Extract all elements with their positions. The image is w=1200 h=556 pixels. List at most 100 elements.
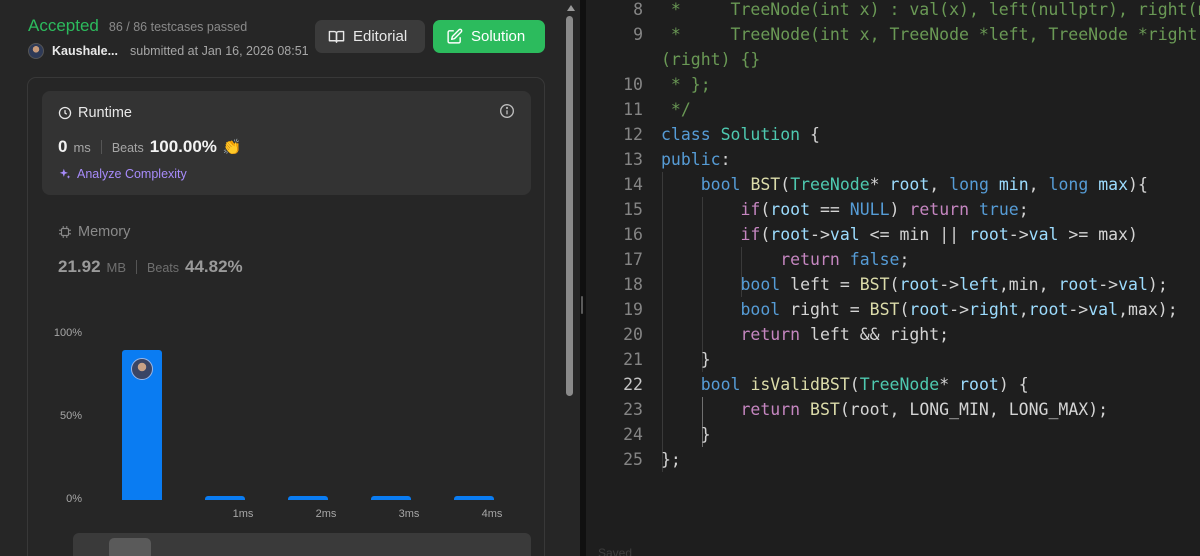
line-number: 19 <box>623 300 643 319</box>
memory-header[interactable]: Memory <box>58 224 130 240</box>
code-token: -> <box>810 225 830 244</box>
code-token: min <box>998 175 1029 194</box>
code-token: * TreeNode(int x, TreeNode *left, TreeNo… <box>670 25 1200 44</box>
code-token: BST <box>859 275 890 294</box>
x-tick-label: 2ms <box>315 508 337 520</box>
code-token: , <box>1018 300 1029 319</box>
code-token: }; <box>661 450 681 469</box>
chart-bar[interactable] <box>371 495 411 500</box>
chip-icon <box>59 226 71 238</box>
code-text: } <box>661 422 711 447</box>
code-token: { <box>800 125 820 144</box>
code-token: (root, LONG_MIN, LONG_MAX); <box>839 400 1109 419</box>
book-icon <box>328 30 345 43</box>
code-token: ,max); <box>1118 300 1178 319</box>
code-text: bool left = BST(root->left,min, root->va… <box>661 272 1167 297</box>
code-text: */ <box>661 97 691 122</box>
code-text: }; <box>661 447 681 472</box>
code-token: * <box>939 375 960 394</box>
code-token: val <box>1028 225 1059 244</box>
code-text: if(root->val <= min || root->val >= max) <box>661 222 1138 247</box>
divider <box>136 260 138 274</box>
code-token: if <box>740 200 761 219</box>
y-tick-label: 50% <box>59 410 82 422</box>
code-editor[interactable]: Saved 8 * TreeNode(int x) : val(x), left… <box>586 0 1200 556</box>
code-token: ( <box>760 225 771 244</box>
chart-bar[interactable] <box>288 495 328 500</box>
resize-handle[interactable] <box>581 296 583 314</box>
code-token: ( <box>780 175 791 194</box>
line-number: 15 <box>623 200 643 219</box>
code-text: return false; <box>661 247 909 272</box>
code-token: public <box>661 150 721 169</box>
code-token: bool <box>740 275 781 294</box>
code-token: } <box>661 425 711 444</box>
code-text: return BST(root, LONG_MIN, LONG_MAX); <box>661 397 1108 422</box>
line-number: 25 <box>623 450 643 469</box>
editorial-button[interactable]: Editorial <box>315 20 425 53</box>
code-token: BST <box>750 175 781 194</box>
code-token: == <box>810 200 850 219</box>
code-token: >= max) <box>1058 225 1138 244</box>
code-token: root <box>1058 275 1099 294</box>
code-text: class Solution { <box>661 122 820 147</box>
code-token: ( <box>899 300 910 319</box>
runtime-beats: 100.00% <box>149 137 217 156</box>
code-text: if(root == NULL) return true; <box>661 197 1028 222</box>
chart-bar[interactable] <box>454 495 494 500</box>
scroll-up-arrow-icon[interactable] <box>567 5 575 11</box>
user-position-avatar <box>131 357 153 380</box>
code-token: NULL <box>849 200 890 219</box>
code-token: long <box>949 175 989 194</box>
code-token: , <box>929 175 950 194</box>
user-avatar[interactable] <box>28 43 44 59</box>
code-token: -> <box>939 275 960 294</box>
line-number: 10 <box>623 75 643 94</box>
info-icon[interactable] <box>499 103 515 119</box>
runtime-title: Runtime <box>78 105 132 121</box>
runtime-values: 0 ms Beats 100.00% 👏 <box>58 137 242 157</box>
code-text: } <box>661 347 711 372</box>
code-token: ,min, <box>998 275 1059 294</box>
code-token: false <box>849 250 900 269</box>
code-token: return <box>780 250 840 269</box>
runtime-card[interactable]: Runtime 0 ms Beats 100.00% 👏 Analyze Com… <box>42 91 531 195</box>
code-token: root <box>889 175 930 194</box>
runtime-distribution-chart[interactable]: 100% 50% 0% 1ms 2ms 3ms 4ms <box>42 320 542 520</box>
code-token: ; <box>899 250 910 269</box>
code-token: ) { <box>998 375 1029 394</box>
code-token: root <box>1028 300 1069 319</box>
username-link[interactable]: Kaushale... <box>52 44 118 58</box>
solution-button[interactable]: Solution <box>433 20 545 53</box>
line-number: 8 <box>633 0 643 19</box>
code-token: long <box>1048 175 1089 194</box>
code-token: Solution <box>720 125 801 144</box>
code-token: root <box>969 225 1009 244</box>
line-number: 24 <box>623 425 643 444</box>
code-token: * }; <box>661 75 711 94</box>
code-token: */ <box>661 100 691 119</box>
code-token: -> <box>1068 300 1089 319</box>
analyze-complexity-label: Analyze Complexity <box>77 167 187 181</box>
analyze-complexity-link[interactable]: Analyze Complexity <box>58 167 187 181</box>
code-token: -> <box>1008 225 1029 244</box>
clap-icon: 👏 <box>222 139 242 156</box>
chart-scrollbar-thumb[interactable] <box>109 538 151 556</box>
submitted-time: submitted at Jan 16, 2026 08:51 <box>130 44 309 58</box>
code-token: } <box>661 350 711 369</box>
code-token: TreeNode <box>790 175 870 194</box>
code-text: * TreeNode(int x) : val(x), left(nullptr… <box>661 0 1200 22</box>
x-tick-label: 3ms <box>398 508 420 520</box>
chart-bar[interactable] <box>205 495 245 500</box>
code-token: true <box>978 200 1019 219</box>
panel-scrollbar-thumb[interactable] <box>566 16 573 396</box>
y-tick-label: 100% <box>53 327 82 339</box>
